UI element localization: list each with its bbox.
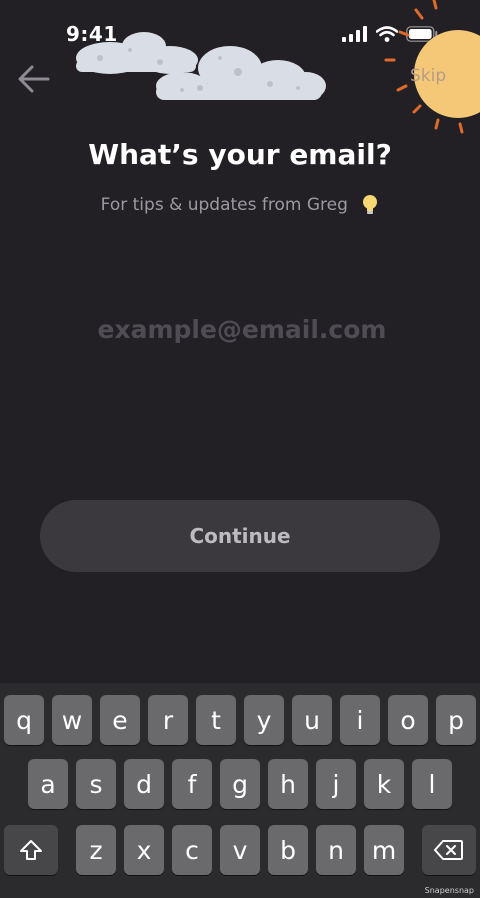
key-o[interactable]: o (388, 695, 428, 745)
key-i[interactable]: i (340, 695, 380, 745)
key-g[interactable]: g (220, 759, 260, 809)
key-j[interactable]: j (316, 759, 356, 809)
back-button[interactable] (14, 60, 54, 98)
key-r[interactable]: r (148, 695, 188, 745)
key-f[interactable]: f (172, 759, 212, 809)
key-a[interactable]: a (28, 759, 68, 809)
key-h[interactable]: h (268, 759, 308, 809)
key-b[interactable]: b (268, 825, 308, 875)
backspace-icon (434, 840, 463, 860)
key-k[interactable]: k (364, 759, 404, 809)
key-p[interactable]: p (436, 695, 476, 745)
key-v[interactable]: v (220, 825, 260, 875)
key-y[interactable]: y (244, 695, 284, 745)
page-subtitle: For tips & updates from Greg (0, 194, 480, 216)
key-t[interactable]: t (196, 695, 236, 745)
watermark: Snapensnap (424, 886, 474, 895)
key-x[interactable]: x (124, 825, 164, 875)
shift-icon (20, 840, 42, 860)
key-l[interactable]: l (412, 759, 452, 809)
skip-button[interactable]: Skip (410, 66, 446, 86)
key-u[interactable]: u (292, 695, 332, 745)
arrow-left-icon (18, 65, 50, 93)
lightbulb-icon (363, 195, 378, 214)
key-w[interactable]: w (52, 695, 92, 745)
key-e[interactable]: e (100, 695, 140, 745)
email-input[interactable] (40, 306, 444, 352)
key-n[interactable]: n (316, 825, 356, 875)
cellular-signal-icon (342, 26, 367, 42)
key-m[interactable]: m (364, 825, 404, 875)
key-c[interactable]: c (172, 825, 212, 875)
subtitle-text: For tips & updates from Greg (100, 195, 348, 215)
page-title: What’s your email? (88, 138, 392, 171)
key-z[interactable]: z (76, 825, 116, 875)
continue-button[interactable]: Continue (40, 500, 440, 572)
clouds-illustration (76, 32, 326, 100)
delete-key[interactable] (422, 825, 476, 875)
key-d[interactable]: d (124, 759, 164, 809)
shift-key[interactable] (4, 825, 58, 875)
key-q[interactable]: q (4, 695, 44, 745)
key-s[interactable]: s (76, 759, 116, 809)
keyboard: q w e r t y u i o p a s d f g h j k l z … (0, 683, 480, 898)
